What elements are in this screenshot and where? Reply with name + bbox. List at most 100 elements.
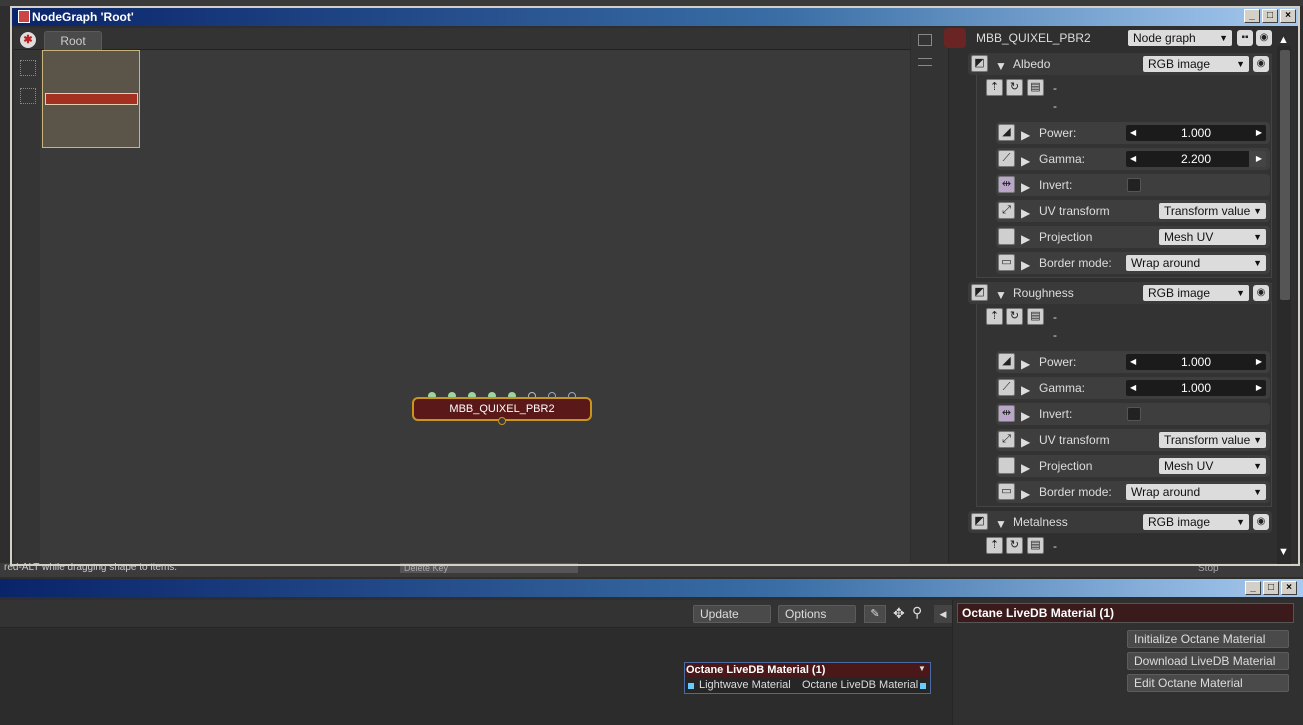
invert-label: Invert: xyxy=(1039,178,1073,192)
expand-triangle-icon[interactable]: ▶ xyxy=(1021,128,1030,142)
close-icon[interactable]: × xyxy=(1281,581,1297,595)
minimize-icon[interactable]: _ xyxy=(1245,581,1261,595)
edit-octane-material-button[interactable]: Edit Octane Material xyxy=(1127,674,1289,692)
increment-icon[interactable]: ▶ xyxy=(1256,125,1262,141)
collapse-left-icon[interactable]: ◀ xyxy=(934,605,952,623)
scrollbar-thumb[interactable] xyxy=(1280,50,1290,300)
eye-icon[interactable]: ◉ xyxy=(1253,285,1269,301)
eye-icon[interactable]: ◉ xyxy=(1256,30,1272,46)
expand-triangle-icon[interactable]: ▶ xyxy=(1021,435,1030,449)
node-output-pin[interactable] xyxy=(498,417,506,425)
tab-root[interactable]: Root xyxy=(44,31,102,50)
invert-icon: ⇹ xyxy=(998,176,1015,193)
albedo-invert-checkbox[interactable] xyxy=(1127,178,1141,192)
scroll-down-icon[interactable]: ▼ xyxy=(1278,546,1289,558)
albedo-projection-dropdown[interactable]: Mesh UV ▼ xyxy=(1159,229,1266,245)
roughness-gamma-value: 1.000 xyxy=(1180,381,1212,395)
expand-triangle-icon[interactable]: ▶ xyxy=(1021,487,1030,501)
roughness-power-spinner[interactable]: ◀ 1.000 ▶ xyxy=(1126,354,1266,370)
expand-triangle-icon[interactable]: ▶ xyxy=(1021,180,1030,194)
metalness-type-dropdown[interactable]: RGB image ▼ xyxy=(1143,514,1249,530)
albedo-uv-dropdown[interactable]: Transform value ▼ xyxy=(1159,203,1266,219)
image-texture-icon[interactable]: ◩ xyxy=(971,513,988,530)
pencil-icon[interactable]: ✎ xyxy=(864,605,886,623)
initialize-octane-material-button[interactable]: Initialize Octane Material xyxy=(1127,630,1289,648)
options-button[interactable]: Options xyxy=(778,605,856,623)
roughness-gamma-spinner[interactable]: ◀ 1.000 ▶ xyxy=(1126,380,1266,396)
node-graph-canvas[interactable] xyxy=(14,28,910,563)
decrement-icon[interactable]: ◀ xyxy=(1130,380,1136,396)
chevron-down-icon: ▼ xyxy=(1236,59,1245,69)
film-icon[interactable]: ▤ xyxy=(1027,537,1044,554)
power-label: Power: xyxy=(1039,126,1077,140)
collapse-triangle-icon[interactable]: ▼ xyxy=(995,59,1007,73)
expand-triangle-icon[interactable]: ▶ xyxy=(1021,154,1030,168)
scroll-up-icon[interactable]: ▲ xyxy=(1278,34,1289,46)
increment-icon[interactable]: ▶ xyxy=(1256,354,1262,370)
search-icon[interactable]: ⚲ xyxy=(912,604,922,621)
chevron-down-icon: ▼ xyxy=(1253,487,1262,497)
window-title: NodeGraph 'Root' xyxy=(32,10,134,24)
chevron-down-icon: ▼ xyxy=(1253,258,1262,268)
roughness-invert-checkbox[interactable] xyxy=(1127,407,1141,421)
app-icon xyxy=(18,10,30,23)
increment-icon[interactable]: ▶ xyxy=(1256,151,1262,167)
graph-settings-icon[interactable]: ✱ xyxy=(20,32,36,48)
list-icon[interactable] xyxy=(918,58,932,66)
film-icon[interactable]: ▤ xyxy=(1027,79,1044,96)
move-icon[interactable]: ✥ xyxy=(893,605,905,622)
roughness-type-dropdown[interactable]: RGB image ▼ xyxy=(1143,285,1249,301)
roughness-border-dropdown[interactable]: Wrap around ▼ xyxy=(1126,484,1266,500)
maximize-icon[interactable]: □ xyxy=(1263,581,1279,595)
node-settings-icon[interactable]: ▪▪ xyxy=(1237,30,1253,46)
load-file-icon[interactable]: ⇡ xyxy=(986,308,1003,325)
expand-triangle-icon[interactable]: ▶ xyxy=(1021,206,1030,220)
roughness-uv-dropdown[interactable]: Transform value ▼ xyxy=(1159,432,1266,448)
eye-icon[interactable]: ◉ xyxy=(1253,514,1269,530)
nodegraph-titlebar[interactable]: NodeGraph 'Root' xyxy=(12,8,1298,26)
load-file-icon[interactable]: ⇡ xyxy=(986,537,1003,554)
eye-icon[interactable]: ◉ xyxy=(1253,56,1269,72)
output-port-icon[interactable] xyxy=(920,683,926,689)
layout-grid-icon[interactable] xyxy=(20,60,36,76)
albedo-type-dropdown[interactable]: RGB image ▼ xyxy=(1143,56,1249,72)
albedo-power-spinner[interactable]: ◀ 1.000 ▶ xyxy=(1126,125,1266,141)
input-port-icon[interactable] xyxy=(688,683,694,689)
update-button[interactable]: Update xyxy=(693,605,771,623)
expand-triangle-icon[interactable]: ▶ xyxy=(1021,258,1030,272)
reload-icon[interactable]: ↻ xyxy=(1006,79,1023,96)
reload-icon[interactable]: ↻ xyxy=(1006,537,1023,554)
load-file-icon[interactable]: ⇡ xyxy=(986,79,1003,96)
expand-triangle-icon[interactable]: ▶ xyxy=(1021,232,1030,246)
download-livedb-material-button[interactable]: Download LiveDB Material xyxy=(1127,652,1289,670)
collapse-triangle-icon[interactable]: ▼ xyxy=(995,288,1007,302)
decrement-icon[interactable]: ◀ xyxy=(1130,151,1136,167)
roughness-projection-dropdown[interactable]: Mesh UV ▼ xyxy=(1159,458,1266,474)
expand-triangle-icon[interactable]: ▶ xyxy=(1021,409,1030,423)
expand-triangle-icon[interactable]: ▶ xyxy=(1021,461,1030,475)
film-icon[interactable]: ▤ xyxy=(1027,308,1044,325)
reload-icon[interactable]: ↻ xyxy=(1006,308,1023,325)
node-color-swatch[interactable] xyxy=(944,28,966,48)
bottom-window-titlebar[interactable] xyxy=(0,579,1303,597)
node-type-dropdown[interactable]: Node graph ▼ xyxy=(1128,30,1232,46)
close-icon[interactable]: × xyxy=(1280,9,1296,23)
collapse-triangle-icon[interactable]: ▼ xyxy=(995,517,1007,531)
minimize-icon[interactable]: _ xyxy=(1244,9,1260,23)
stack-icon[interactable] xyxy=(918,34,932,46)
maximize-icon[interactable]: □ xyxy=(1262,9,1278,23)
decrement-icon[interactable]: ◀ xyxy=(1130,354,1136,370)
expand-triangle-icon[interactable]: ▶ xyxy=(1021,357,1030,371)
image-texture-icon[interactable]: ◩ xyxy=(971,284,988,301)
albedo-border-dropdown[interactable]: Wrap around ▼ xyxy=(1126,255,1266,271)
arrange-icon[interactable] xyxy=(20,88,36,104)
increment-icon[interactable]: ▶ xyxy=(1256,380,1262,396)
metalness-file-line: - xyxy=(1053,539,1057,553)
graph-minimap[interactable] xyxy=(42,50,140,148)
chevron-down-icon[interactable]: ▼ xyxy=(918,664,926,673)
albedo-gamma-spinner[interactable]: ◀ 2.200 ▶ xyxy=(1126,151,1266,167)
albedo-uv-value: Transform value xyxy=(1164,204,1251,218)
decrement-icon[interactable]: ◀ xyxy=(1130,125,1136,141)
expand-triangle-icon[interactable]: ▶ xyxy=(1021,383,1030,397)
image-texture-icon[interactable]: ◩ xyxy=(971,55,988,72)
